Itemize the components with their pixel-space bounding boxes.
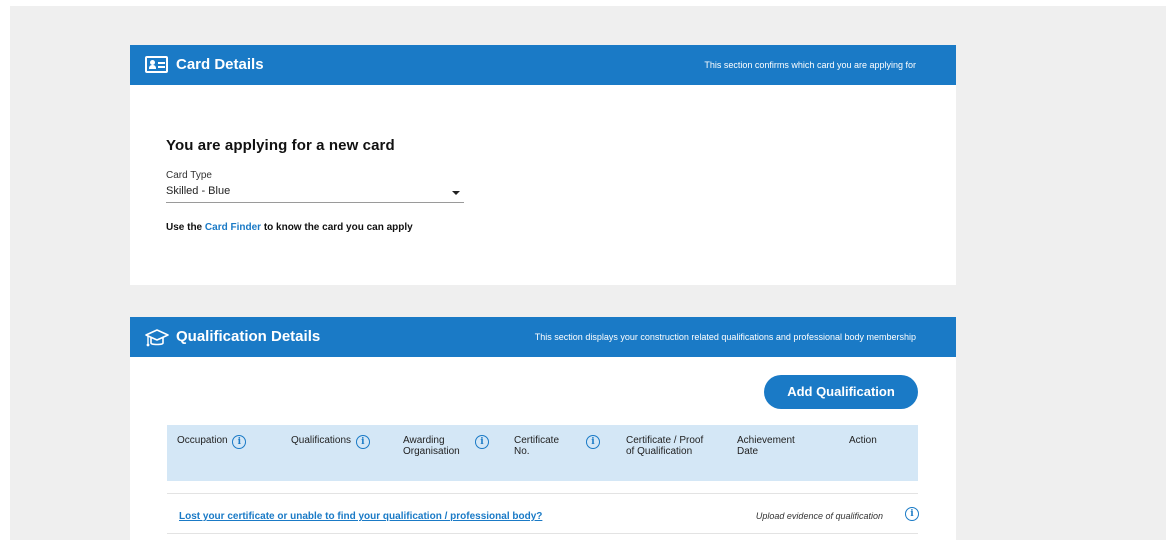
divider: [167, 533, 918, 534]
column-proof-of-qualification: Certificate / Proof of Qualification: [626, 435, 704, 457]
card-finder-hint: Use the Card Finder to know the card you…: [166, 222, 413, 233]
card-finder-prefix: Use the: [166, 222, 203, 233]
card-finder-link[interactable]: Card Finder: [205, 222, 261, 233]
lost-certificate-link[interactable]: Lost your certificate or unable to find …: [179, 511, 542, 522]
graduation-cap-icon: [145, 329, 169, 347]
id-card-icon: [145, 56, 168, 73]
column-qualifications: Qualifications i: [291, 435, 370, 449]
divider: [167, 493, 918, 494]
column-achievement-date: Achievement Date: [737, 435, 795, 457]
qualification-details-panel: Qualification Details This section displ…: [130, 317, 956, 540]
info-icon[interactable]: i: [355, 435, 370, 449]
column-occupation: Occupation i: [177, 435, 247, 449]
qualification-table-header: Occupation i Qualifications i Awarding O…: [167, 425, 918, 481]
card-application-heading: You are applying for a new card: [166, 137, 395, 154]
column-action: Action: [849, 435, 877, 446]
card-finder-suffix: to know the card you can apply: [263, 222, 413, 233]
qualification-details-subtitle: This section displays your construction …: [534, 332, 916, 342]
info-icon[interactable]: i: [232, 435, 247, 449]
column-awarding-organisation: Awarding Organisation: [403, 435, 460, 457]
caret-down-icon: [452, 191, 460, 195]
info-icon[interactable]: i: [586, 435, 600, 449]
card-details-header: Card Details This section confirms which…: [130, 45, 956, 85]
card-details-panel: Card Details This section confirms which…: [130, 45, 956, 285]
info-icon[interactable]: i: [905, 507, 919, 521]
card-type-select[interactable]: Skilled - Blue: [166, 183, 464, 203]
qualification-details-title: Qualification Details: [176, 328, 321, 345]
qualification-details-header: Qualification Details This section displ…: [130, 317, 956, 357]
info-icon[interactable]: i: [475, 435, 489, 449]
upload-evidence-text: Upload evidence of qualification: [755, 511, 883, 521]
card-type-label: Card Type: [166, 170, 212, 181]
card-details-title: Card Details: [176, 56, 264, 73]
add-qualification-button[interactable]: Add Qualification: [764, 375, 918, 409]
column-certificate-no: Certificate No.: [514, 435, 560, 457]
card-details-subtitle: This section confirms which card you are…: [704, 60, 916, 70]
card-type-value: Skilled - Blue: [166, 185, 231, 197]
